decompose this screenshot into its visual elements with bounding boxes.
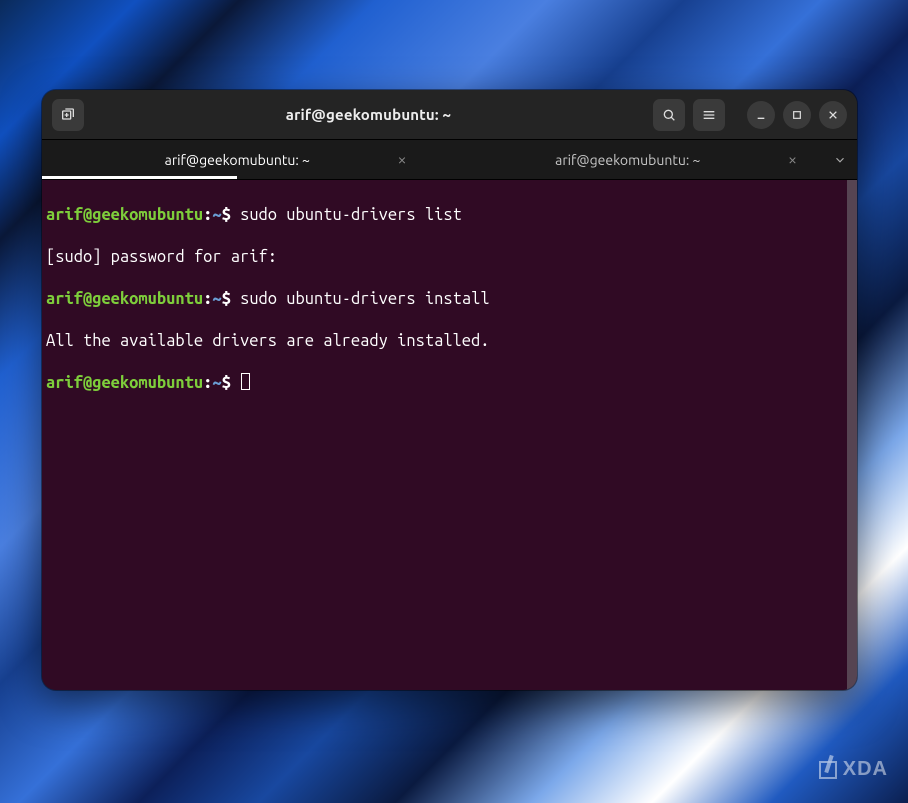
minimize-button[interactable] [747,101,775,129]
maximize-button[interactable] [783,101,811,129]
terminal-line: arif@geekomubuntu:~$ sudo ubuntu-drivers… [46,205,851,226]
minimize-icon [753,107,769,123]
xda-watermark: XDA [819,758,888,781]
close-button[interactable] [819,101,847,129]
new-tab-icon [60,107,76,123]
scrollbar[interactable] [847,180,857,690]
terminal-line: arif@geekomubuntu:~$ sudo ubuntu-drivers… [46,289,851,310]
terminal-tab-2[interactable]: arif@geekomubuntu: ~ × [433,140,824,179]
terminal-line: All the available drivers are already in… [46,331,851,352]
tab-label: arif@geekomubuntu: ~ [555,152,700,168]
terminal-line: arif@geekomubuntu:~$ [46,373,851,394]
titlebar: arif@geekomubuntu: ~ [42,90,857,140]
cursor [241,373,250,390]
terminal-body[interactable]: arif@geekomubuntu:~$ sudo ubuntu-drivers… [42,180,857,690]
close-icon [825,107,841,123]
tab-close-icon[interactable]: × [784,150,801,170]
tab-label: arif@geekomubuntu: ~ [165,152,310,168]
new-tab-button[interactable] [52,99,84,131]
terminal-line: [sudo] password for arif: [46,247,851,268]
tabbar: arif@geekomubuntu: ~ × arif@geekomubuntu… [42,140,857,180]
maximize-icon [789,107,805,123]
window-title: arif@geekomubuntu: ~ [92,106,645,123]
terminal-tab-1[interactable]: arif@geekomubuntu: ~ × [42,140,433,179]
terminal-window: arif@geekomubuntu: ~ arif@geekomubuntu: … [42,90,857,690]
search-icon [661,107,677,123]
hamburger-menu-button[interactable] [693,99,725,131]
search-button[interactable] [653,99,685,131]
chevron-down-icon [833,153,847,167]
xda-logo-icon [819,761,837,779]
hamburger-icon [701,107,717,123]
watermark-text: XDA [843,758,888,781]
tabs-overflow-button[interactable] [823,140,857,179]
tab-close-icon[interactable]: × [393,150,410,170]
